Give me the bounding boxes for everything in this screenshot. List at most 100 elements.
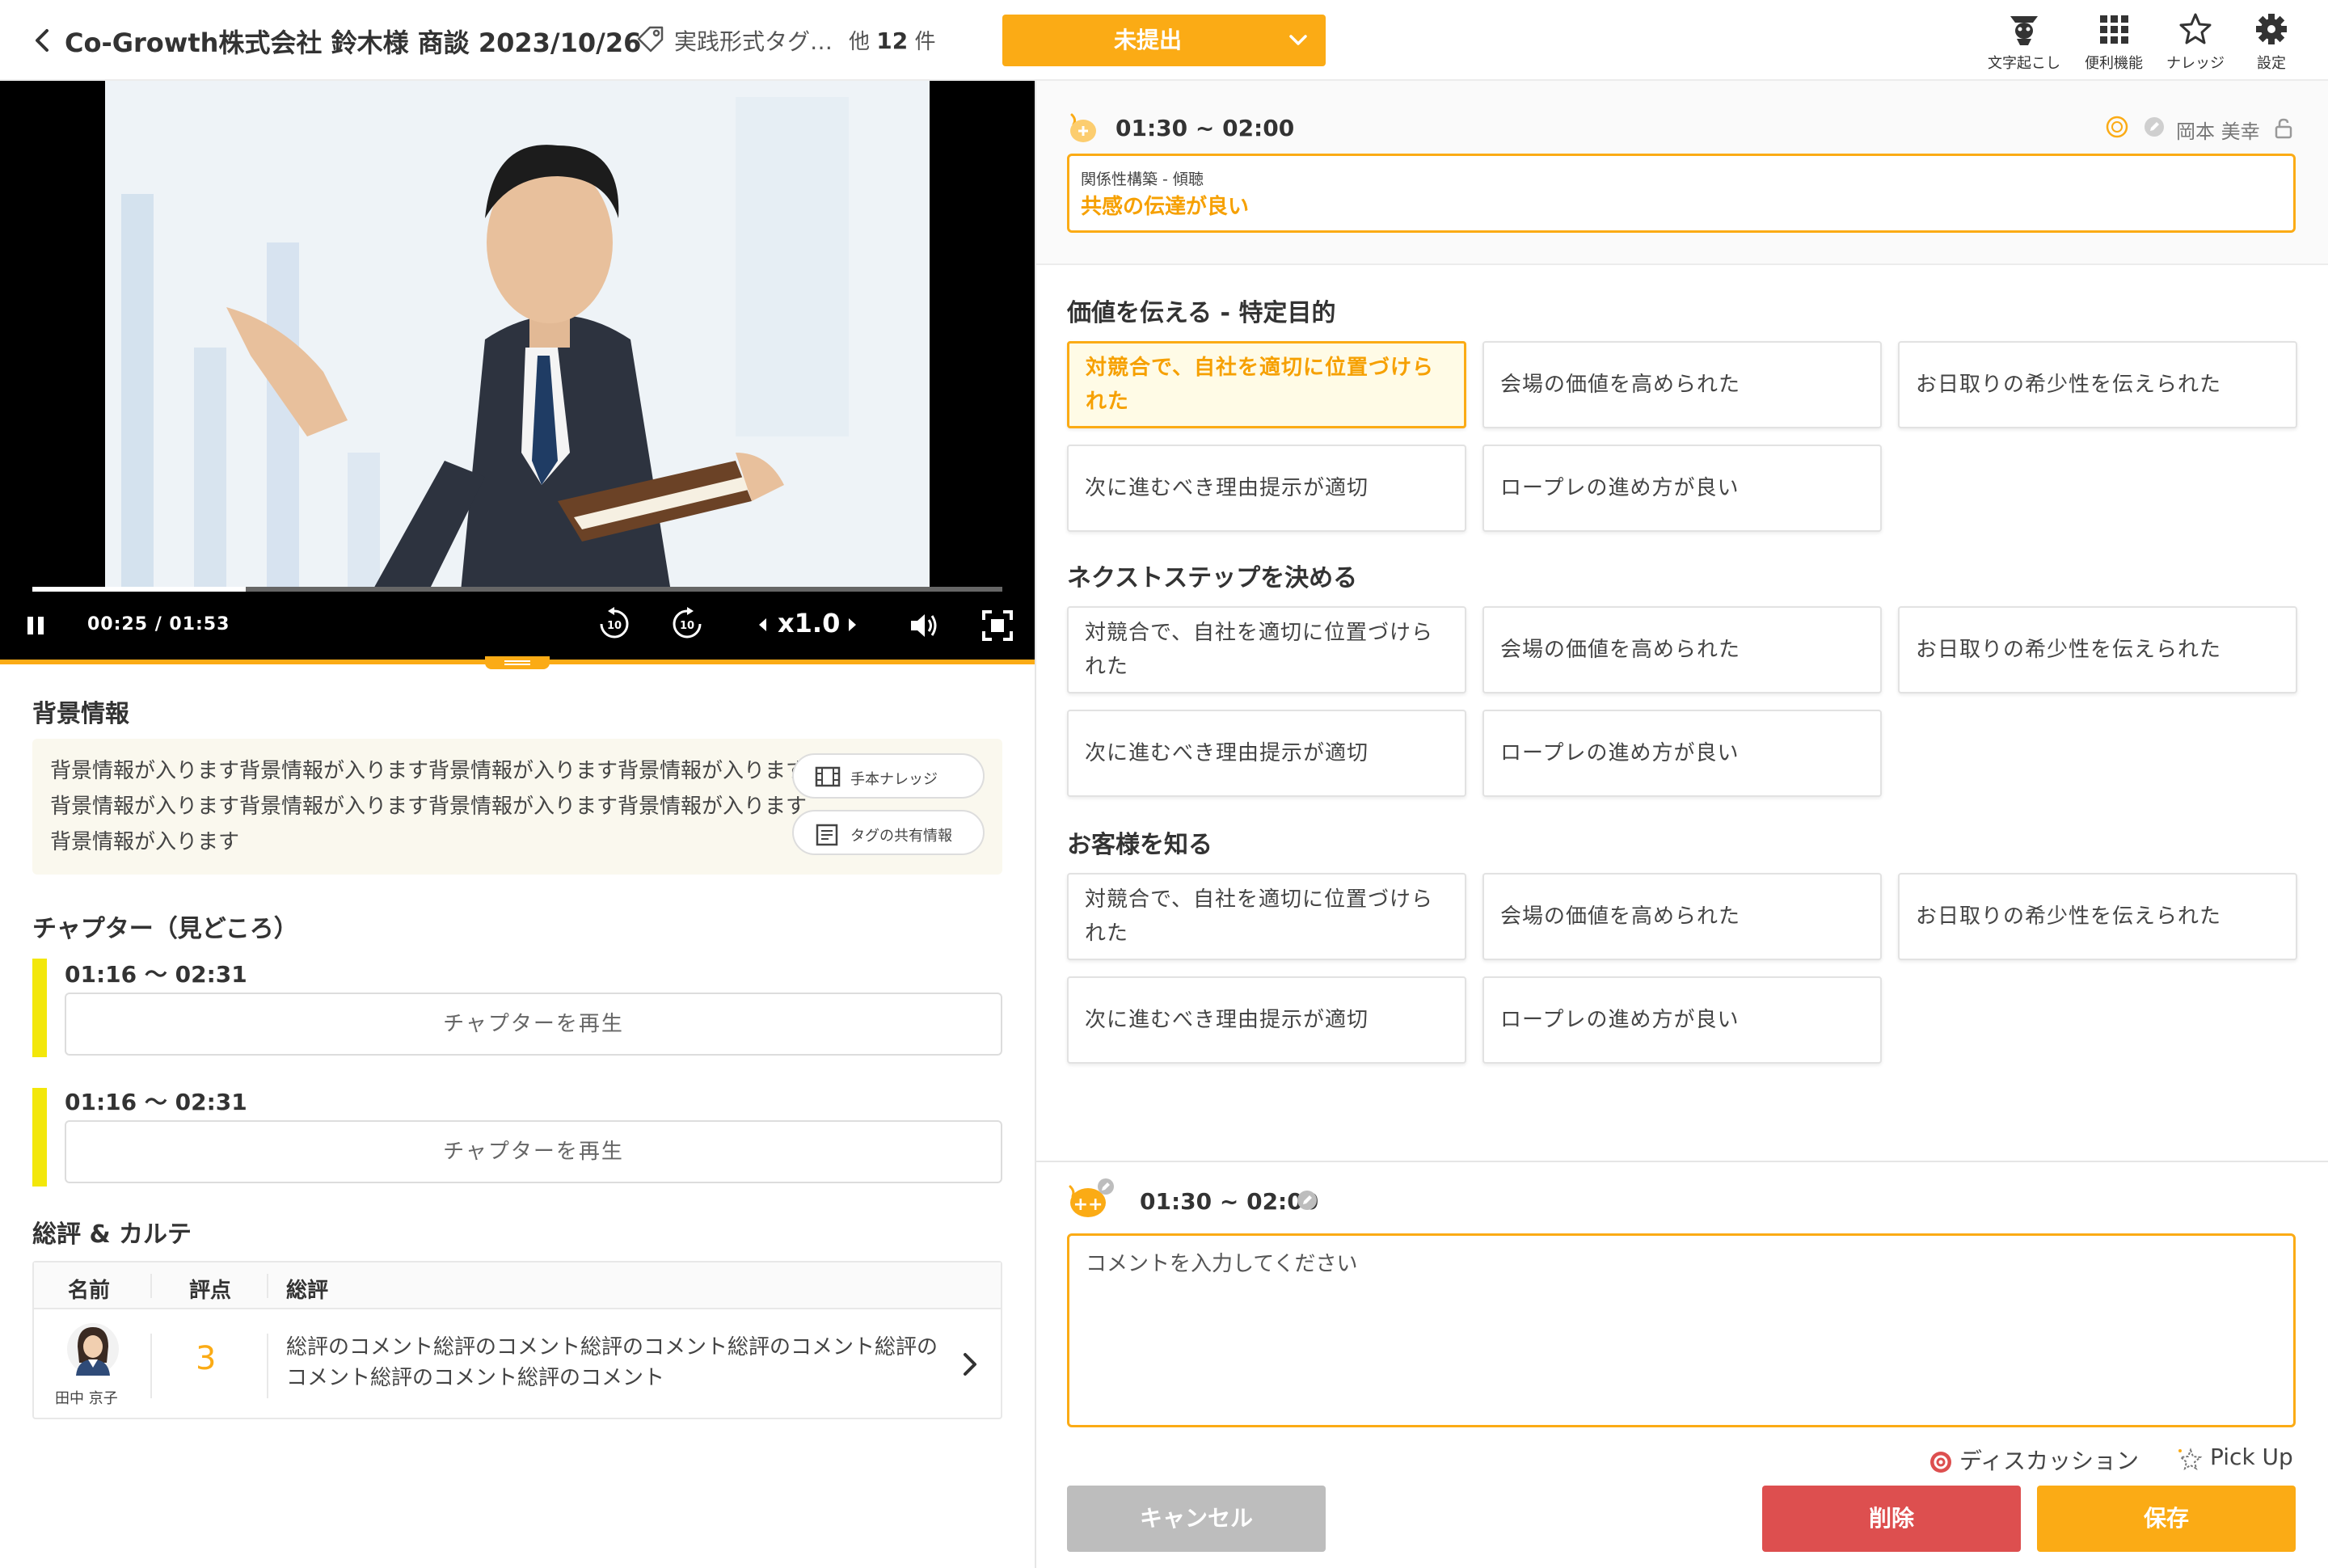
tag-option-label: ロープレの進め方が良い xyxy=(1500,741,1740,765)
tag-option[interactable]: 次に進むべき理由提示が適切 xyxy=(1067,445,1466,532)
svg-text:10: 10 xyxy=(680,620,694,632)
playback-speed: x1.0 xyxy=(778,608,841,639)
column-divider xyxy=(150,1334,152,1398)
page-title: Co-Growth株式会社 鈴木様 商談 2023/10/26 xyxy=(65,27,642,58)
volume-icon[interactable] xyxy=(909,611,941,640)
film-icon xyxy=(815,766,841,787)
tag-option[interactable]: 次に進むべき理由提示が適切 xyxy=(1067,976,1466,1064)
video-frame[interactable] xyxy=(105,81,930,592)
svg-text:++: ++ xyxy=(1073,1195,1103,1215)
review-row[interactable]: 田中 京子 3 総評のコメント総評のコメント総評のコメント総評のコメント総評のコ… xyxy=(34,1309,1001,1418)
settings-button[interactable]: 設定 xyxy=(2247,11,2296,76)
pause-icon[interactable] xyxy=(24,614,47,637)
chapter-time: 01:16 〜 02:31 xyxy=(65,1089,247,1115)
svg-text:10: 10 xyxy=(607,620,622,632)
play-chapter-button[interactable]: チャプターを再生 xyxy=(65,1120,1002,1183)
gear-icon xyxy=(2256,14,2287,44)
model-knowledge-button[interactable]: 手本ナレッジ xyxy=(792,753,985,799)
review-comment: 総評のコメント総評のコメント総評のコメント総評のコメント総評のコメント総評のコメ… xyxy=(286,1335,938,1390)
settings-label: 設定 xyxy=(2257,55,2286,72)
edit-time-icon[interactable] xyxy=(1297,1190,1318,1211)
chapters-heading: チャプター（見どころ） xyxy=(32,915,298,943)
speed-down-icon[interactable] xyxy=(757,616,768,634)
delete-button[interactable]: 削除 xyxy=(1762,1486,2021,1552)
selected-tag-category: 関係性構築 - 傾聴 xyxy=(1081,171,1204,188)
tag-group-heading: お客様を知る xyxy=(1067,831,1212,859)
coin-icon[interactable] xyxy=(2105,115,2129,139)
speed-up-icon[interactable] xyxy=(847,616,858,634)
selected-tag-value: 共感の伝達が良い xyxy=(1081,195,1250,219)
selected-tag-box[interactable]: 関係性構築 - 傾聴 共感の伝達が良い xyxy=(1067,154,2296,233)
tag-option[interactable]: ロープレの進め方が良い xyxy=(1482,710,1882,797)
forward-10-icon[interactable]: 10 xyxy=(669,606,705,642)
unlock-icon[interactable] xyxy=(2275,118,2292,139)
chapter-marker xyxy=(32,959,47,1057)
tag-option[interactable]: ロープレの進め方が良い xyxy=(1482,976,1882,1064)
pickup-button[interactable]: Pick Up xyxy=(2176,1444,2293,1471)
status-dropdown[interactable]: 未提出 xyxy=(1002,15,1326,66)
tag-shared-info-button[interactable]: タグの共有情報 xyxy=(792,810,985,855)
tag-option[interactable]: お日取りの希少性を伝えられた xyxy=(1898,341,2297,428)
tag-option[interactable]: ロープレの進め方が良い xyxy=(1482,445,1882,532)
tag-option-label: お日取りの希少性を伝えられた xyxy=(1916,638,2222,662)
tag-option[interactable]: 次に進むべき理由提示が適切 xyxy=(1067,710,1466,797)
chapter-time: 01:16 〜 02:31 xyxy=(65,961,247,988)
review-table-header: 名前 評点 総評 xyxy=(34,1262,1001,1309)
back-chevron-icon[interactable] xyxy=(31,26,55,55)
fullscreen-icon[interactable] xyxy=(981,609,1014,642)
app-root: Co-Growth株式会社 鈴木様 商談 2023/10/26 実践形式タグ… … xyxy=(0,0,2328,1568)
tag-option-label: 会場の価値を高められた xyxy=(1500,638,1741,662)
save-button[interactable]: 保存 xyxy=(2037,1486,2296,1552)
tag-option[interactable]: お日取りの希少性を伝えられた xyxy=(1898,606,2297,693)
tag-option[interactable]: お日取りの希少性を伝えられた xyxy=(1898,873,2297,960)
knowledge-button[interactable]: ナレッジ xyxy=(2161,11,2229,76)
column-comment: 総評 xyxy=(286,1279,329,1303)
review-table: 名前 評点 総評 田中 京子 3 総評のコメント総評のコメント総評のコメント総評… xyxy=(32,1261,1002,1419)
tag-option-label: 対競合で、自社を適切に位置づけられた xyxy=(1086,356,1434,414)
pickup-label: Pick Up xyxy=(2210,1444,2293,1470)
comment-input[interactable] xyxy=(1067,1233,2296,1427)
tag-option-label: 対競合で、自社を適切に位置づけられた xyxy=(1085,887,1433,946)
tag-option[interactable]: 対競合で、自社を適切に位置づけられた xyxy=(1067,341,1466,428)
tag-group-heading: 価値を伝える - 特定目的 xyxy=(1067,299,1336,327)
chevron-down-icon xyxy=(1289,35,1307,45)
tag-option[interactable]: 会場の価値を高められた xyxy=(1482,341,1882,428)
knowledge-label: ナレッジ xyxy=(2166,55,2225,72)
more-prefix: 他 xyxy=(849,30,871,54)
playback-time: 00:25 / 01:53 xyxy=(87,614,230,634)
discussion-button[interactable]: ディスカッション xyxy=(1929,1444,2139,1476)
comment-divider xyxy=(1036,1161,2328,1162)
review-heading: 総評 & カルテ xyxy=(32,1220,192,1249)
video-player[interactable]: 00:25 / 01:53 10 10 x1.0 xyxy=(0,81,1035,660)
pane-divider xyxy=(1035,81,1036,1568)
tag-shared-info-label: タグの共有情報 xyxy=(850,828,952,845)
tag-group-heading: ネクストステップを決める xyxy=(1067,564,1358,592)
rewind-10-icon[interactable]: 10 xyxy=(597,606,632,642)
tag-option[interactable]: 対競合で、自社を適切に位置づけられた xyxy=(1067,606,1466,693)
tag-option[interactable]: 会場の価値を高められた xyxy=(1482,873,1882,960)
pickup-star-icon xyxy=(2178,1448,2203,1471)
tag-option-label: お日取りの希少性を伝えられた xyxy=(1916,373,2222,397)
tag-option-label: 会場の価値を高められた xyxy=(1500,373,1741,397)
chevron-right-icon[interactable] xyxy=(962,1351,978,1377)
play-chapter-button[interactable]: チャプターを再生 xyxy=(65,993,1002,1056)
resize-handle[interactable] xyxy=(485,656,550,669)
tag-option[interactable]: 対競合で、自社を適切に位置づけられた xyxy=(1067,873,1466,960)
more-tags-count[interactable]: 他 12 件 xyxy=(849,25,936,55)
star-icon xyxy=(2179,13,2212,44)
segment-author: 岡本 美幸 xyxy=(2176,120,2260,143)
cancel-button[interactable]: キャンセル xyxy=(1067,1486,1326,1552)
discussion-icon xyxy=(1930,1452,1951,1473)
utilities-button[interactable]: 便利機能 xyxy=(2079,11,2149,76)
more-count: 12 xyxy=(876,27,909,54)
tag-option[interactable]: 会場の価値を高められた xyxy=(1482,606,1882,693)
transcript-label: 文字起こし xyxy=(1988,55,2060,72)
column-name: 名前 xyxy=(68,1279,111,1303)
tag-name[interactable]: 実践形式タグ… xyxy=(674,24,833,57)
status-label: 未提出 xyxy=(1113,27,1182,53)
transcript-button[interactable]: 文字起こし xyxy=(1982,11,2066,76)
tag-option-label: 会場の価値を高められた xyxy=(1500,904,1741,929)
document-icon xyxy=(816,824,838,846)
edit-icon[interactable] xyxy=(2144,116,2165,137)
transcript-icon xyxy=(2010,16,2038,45)
